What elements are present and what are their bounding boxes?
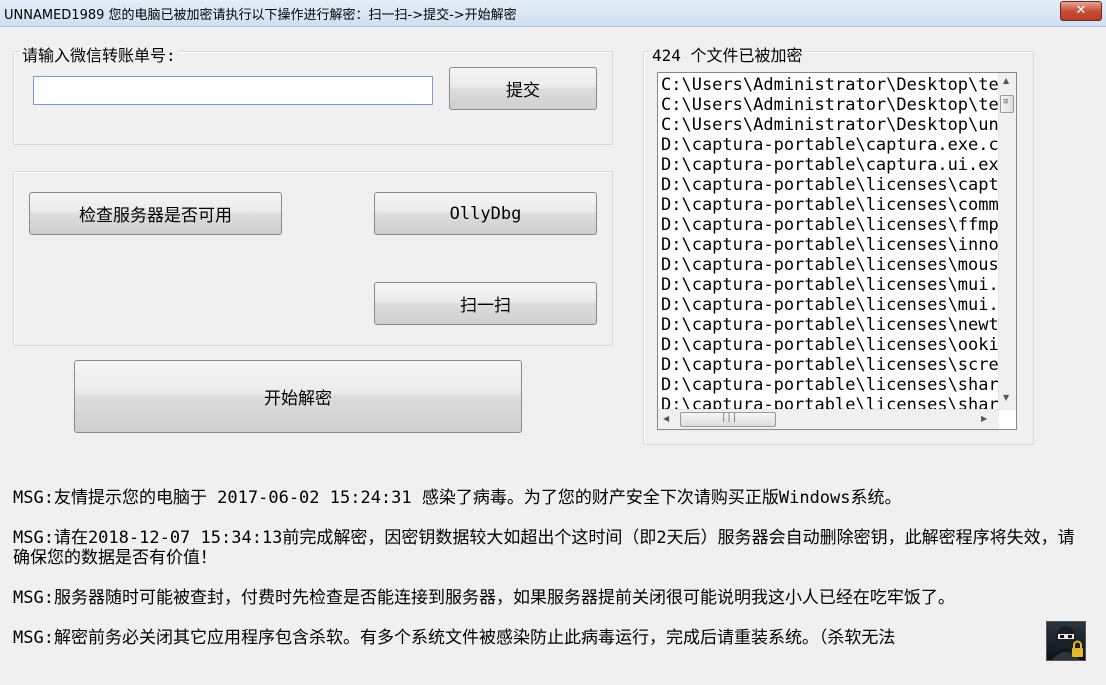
list-item[interactable]: D:\captura-portable\captura.exe.co [661,135,999,155]
title-bar: UNNAMED1989 您的电脑已被加密请执行以下操作进行解密：扫一扫->提交-… [0,0,1106,27]
message-line: MSG:请在2018-12-07 15:34:13前完成解密，因密钥数据较大如超… [13,528,1075,568]
transfer-label: 请输入微信转账单号: [20,42,178,66]
vertical-scrollbar[interactable]: ▲ ≡ ▼ [998,73,1016,410]
scan-button[interactable]: 扫一扫 [374,282,597,325]
scroll-left-arrow-icon[interactable]: ◀ [663,414,669,423]
list-item[interactable]: C:\Users\Administrator\Desktop\un [661,115,999,135]
vertical-scroll-thumb[interactable]: ≡ [1000,95,1014,113]
transfer-number-input[interactable] [33,76,433,105]
message-log: MSG:友情提示您的电脑于 2017-06-02 15:24:31 感染了病毒。… [13,488,1083,668]
grip-icon: ≡ [1003,97,1009,107]
message-line: MSG:解密前务必关闭其它应用程序包含杀软。有多个系统文件被感染防止此病毒运行，… [13,628,896,648]
hacker-lock-icon [1046,621,1086,661]
list-item[interactable]: C:\Users\Administrator\Desktop\te [661,95,999,115]
list-item[interactable]: D:\captura-portable\licenses\newto [661,315,999,335]
scroll-right-arrow-icon[interactable]: ▶ [981,414,987,423]
list-item[interactable]: D:\captura-portable\licenses\sharp [661,375,999,395]
close-button[interactable]: ✕ [1060,1,1102,21]
list-item[interactable]: D:\captura-portable\licenses\mui.c [661,275,999,295]
grip-icon: ||| [721,413,738,423]
list-item[interactable]: D:\captura-portable\licenses\inno. [661,235,999,255]
list-item[interactable]: D:\captura-portable\licenses\ooki. [661,335,999,355]
message-line: MSG:服务器随时可能被查封，付费时先检查是否能连接到服务器，如果服务器提前关闭… [13,588,955,608]
list-item[interactable]: D:\captura-portable\captura.ui.exe [661,155,999,175]
scroll-up-arrow-icon[interactable]: ▲ [1003,76,1009,85]
check-server-button[interactable]: 检查服务器是否可用 [29,192,282,235]
list-item[interactable]: D:\captura-portable\licenses\captu [661,175,999,195]
list-item[interactable]: D:\captura-portable\licenses\sharp [661,395,999,409]
list-item[interactable]: D:\captura-portable\licenses\ffmpe [661,215,999,235]
horizontal-scroll-thumb[interactable]: ||| [680,412,776,427]
file-list-items: C:\Users\Administrator\Desktop\te C:\Use… [661,75,999,409]
scroll-down-arrow-icon[interactable]: ▼ [1003,393,1009,402]
submit-button[interactable]: 提交 [449,67,597,110]
list-item[interactable]: C:\Users\Administrator\Desktop\te [661,75,999,95]
list-item[interactable]: D:\captura-portable\licenses\mouse [661,255,999,275]
start-decrypt-button[interactable]: 开始解密 [74,360,522,433]
horizontal-scrollbar[interactable]: ◀ ||| ▶ [658,409,999,429]
list-item[interactable]: D:\captura-portable\licenses\comma [661,195,999,215]
encrypted-files-list[interactable]: C:\Users\Administrator\Desktop\te C:\Use… [657,72,1017,430]
files-count-label: 424 个文件已被加密 [650,42,805,66]
message-line: MSG:友情提示您的电脑于 2017-06-02 15:24:31 感染了病毒。… [13,488,902,508]
ollydbg-button[interactable]: OllyDbg [374,192,597,235]
list-item[interactable]: D:\captura-portable\licenses\scree [661,355,999,375]
list-item[interactable]: D:\captura-portable\licenses\mui.t [661,295,999,315]
window-title: UNNAMED1989 您的电脑已被加密请执行以下操作进行解密：扫一扫->提交-… [4,8,517,23]
